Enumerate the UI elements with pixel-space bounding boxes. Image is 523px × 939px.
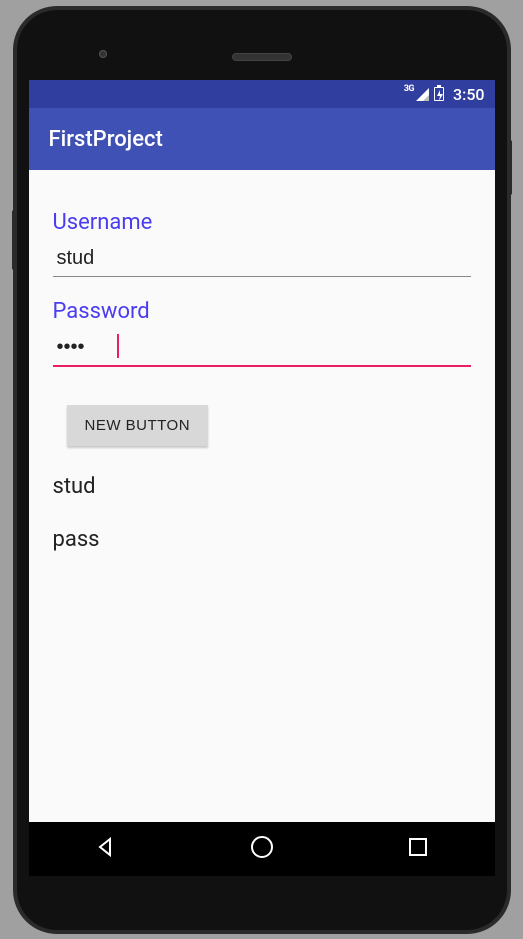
app-title: FirstProject: [49, 127, 163, 152]
status-bar: 3G 3:50: [29, 80, 495, 108]
text-cursor: [117, 334, 119, 358]
phone-frame: 3G 3:50 FirstProject Username Password N…: [17, 10, 507, 930]
clock-label: 3:50: [453, 85, 485, 104]
button-row: NEW BUTTON: [53, 405, 471, 446]
back-icon[interactable]: [94, 835, 118, 863]
password-label: Password: [53, 299, 471, 324]
content-area: Username Password NEW BUTTON stud pass: [29, 170, 495, 570]
app-bar: FirstProject: [29, 108, 495, 170]
screen: 3G 3:50 FirstProject Username Password N…: [29, 80, 495, 876]
phone-side-button-right: [507, 140, 512, 195]
password-input[interactable]: [53, 330, 471, 367]
navigation-bar: [29, 822, 495, 876]
username-input[interactable]: [53, 241, 471, 277]
output-line-2: pass: [53, 527, 471, 552]
network-type-label: 3G: [404, 84, 414, 94]
recent-apps-icon[interactable]: [407, 836, 429, 862]
new-button[interactable]: NEW BUTTON: [67, 405, 209, 446]
phone-camera: [99, 50, 107, 58]
phone-side-button-left: [12, 210, 17, 270]
phone-speaker: [232, 53, 292, 61]
signal-icon: [416, 88, 429, 101]
output-line-1: stud: [53, 474, 471, 499]
password-input-wrap: [53, 330, 471, 367]
phone-top-bezel: [29, 22, 495, 80]
home-icon[interactable]: [249, 834, 275, 864]
username-label: Username: [53, 210, 471, 235]
battery-icon: [434, 87, 444, 101]
